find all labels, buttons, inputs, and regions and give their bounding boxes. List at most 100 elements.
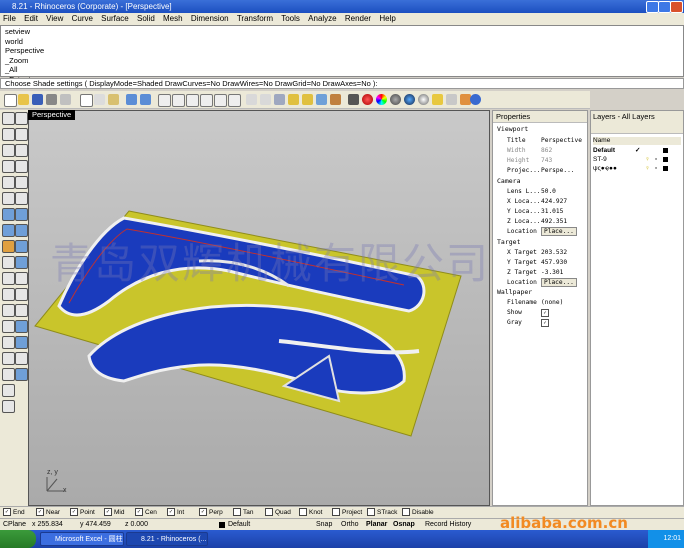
menu-file[interactable]: File [0, 13, 19, 25]
command-prompt[interactable]: Choose Shade settings ( DisplayMode=Shad… [0, 78, 684, 89]
pan-icon[interactable] [158, 94, 171, 107]
color-wheel-icon[interactable] [376, 94, 387, 105]
osnap-checkbox[interactable]: ✓ [199, 508, 207, 517]
command-history[interactable]: setview world Perspective _Zoom _All _Ex… [0, 25, 684, 84]
prop-value[interactable]: (none) [541, 298, 585, 307]
layer-row[interactable]: ψς●ҿ●● ♀ ▫ [593, 165, 681, 173]
camera-section[interactable]: Camera [497, 177, 520, 185]
help-icon[interactable] [470, 94, 481, 105]
lock-icon[interactable]: ▫ [655, 165, 657, 173]
paste-icon[interactable] [108, 94, 119, 105]
show-checkbox[interactable]: ✓ [541, 309, 549, 317]
mesh-icon[interactable] [2, 256, 15, 269]
gray-checkbox[interactable]: ✓ [541, 319, 549, 327]
lock-icon[interactable] [302, 94, 313, 105]
rendered-icon[interactable] [362, 94, 373, 105]
menu-tools[interactable]: Tools [278, 13, 303, 25]
osnap-checkbox[interactable] [367, 508, 375, 517]
solid-box-icon[interactable] [15, 240, 28, 253]
zoom-window-icon[interactable] [186, 94, 199, 107]
prop-value[interactable]: Perspective [541, 136, 585, 145]
analyze-icon[interactable] [2, 384, 15, 397]
mirror-icon[interactable] [2, 336, 15, 349]
light-bulb-icon[interactable] [432, 94, 443, 105]
osnap-checkbox[interactable]: ✓ [167, 508, 175, 517]
prop-value[interactable]: 50.0 [541, 187, 585, 196]
zoom-selected-icon[interactable] [228, 94, 241, 107]
sphere-icon[interactable] [418, 94, 429, 105]
menu-view[interactable]: View [43, 13, 66, 25]
properties-icon[interactable] [330, 94, 341, 105]
rotate-view-icon[interactable] [172, 94, 185, 107]
start-button[interactable] [0, 530, 36, 548]
taskbar-item-rhino[interactable]: 8.21 - Rhinoceros (... [126, 532, 208, 546]
join-icon[interactable] [2, 288, 15, 301]
close-icon[interactable] [670, 1, 683, 13]
light-bulb-icon[interactable]: ♀ [645, 165, 650, 173]
wallpaper-section[interactable]: Wallpaper [497, 288, 532, 296]
perspective-viewport[interactable]: z, y x [28, 110, 490, 506]
zoom-dynamic-icon[interactable] [200, 94, 213, 107]
text-icon[interactable] [15, 368, 28, 381]
undo-icon[interactable] [126, 94, 137, 105]
revolve-icon[interactable] [15, 224, 28, 237]
prop-value[interactable]: 31.015 [541, 207, 585, 216]
boolean-icon[interactable] [2, 240, 15, 253]
osnap-checkbox[interactable] [332, 508, 340, 517]
layer-row[interactable]: Default ✓ [593, 147, 681, 155]
line-icon[interactable] [2, 128, 15, 141]
zoom-extents-icon[interactable] [214, 94, 227, 107]
menu-solid[interactable]: Solid [134, 13, 158, 25]
set-view-icon[interactable] [274, 94, 285, 105]
rectangle-icon[interactable] [2, 160, 15, 173]
osnap-checkbox[interactable]: ✓ [3, 508, 11, 517]
options-icon[interactable] [446, 94, 457, 105]
sphere-tool-icon[interactable] [15, 256, 28, 269]
render-sphere-icon[interactable] [404, 94, 415, 105]
layer-color-swatch[interactable] [663, 157, 668, 162]
circle-icon[interactable] [2, 144, 15, 157]
menu-dimension[interactable]: Dimension [188, 13, 232, 25]
polyline-icon[interactable] [15, 128, 28, 141]
move-icon[interactable] [2, 304, 15, 317]
osnap-checkbox[interactable]: ✓ [36, 508, 44, 517]
osnap-checkbox[interactable] [265, 508, 273, 517]
osnap-checkbox[interactable] [402, 508, 410, 517]
osnap-checkbox[interactable]: ✓ [104, 508, 112, 517]
curve-icon[interactable] [2, 176, 15, 189]
extrude-icon[interactable] [15, 208, 28, 221]
trim-icon[interactable] [15, 272, 28, 285]
osnap-checkbox[interactable] [299, 508, 307, 517]
place-camera-button[interactable]: Place... [541, 227, 577, 236]
osnap-checkbox[interactable] [233, 508, 241, 517]
layer-color-swatch[interactable] [663, 166, 668, 171]
menu-render[interactable]: Render [342, 13, 374, 25]
shade-icon[interactable] [390, 94, 401, 105]
rotate-icon[interactable] [2, 320, 15, 333]
save-icon[interactable] [32, 94, 43, 105]
cut-icon[interactable] [80, 94, 93, 107]
dimension-icon[interactable] [2, 368, 15, 381]
osnap-checkbox[interactable]: ✓ [70, 508, 78, 517]
menu-help[interactable]: Help [376, 13, 398, 25]
target-section[interactable]: Target [497, 238, 520, 246]
viewport-section[interactable]: Viewport [497, 125, 528, 133]
print-icon[interactable] [46, 94, 57, 105]
menu-surface[interactable]: Surface [98, 13, 132, 25]
lock-icon[interactable]: ▫ [655, 156, 657, 164]
fillet-icon[interactable] [2, 192, 15, 205]
arc-icon[interactable] [15, 144, 28, 157]
open-folder-icon[interactable] [18, 94, 29, 105]
loft-icon[interactable] [2, 224, 15, 237]
viewport-tab[interactable]: Perspective [28, 110, 76, 120]
cplane-icon[interactable] [260, 94, 271, 105]
menu-curve[interactable]: Curve [69, 13, 96, 25]
select-arrow-icon[interactable] [2, 112, 15, 125]
copy-tool-icon[interactable] [15, 304, 28, 317]
menu-edit[interactable]: Edit [21, 13, 41, 25]
polygon-icon[interactable] [15, 176, 28, 189]
prop-value[interactable]: 203.532 [541, 248, 585, 257]
prop-value[interactable]: 457.930 [541, 258, 585, 267]
menu-mesh[interactable]: Mesh [160, 13, 186, 25]
split-icon[interactable] [2, 272, 15, 285]
